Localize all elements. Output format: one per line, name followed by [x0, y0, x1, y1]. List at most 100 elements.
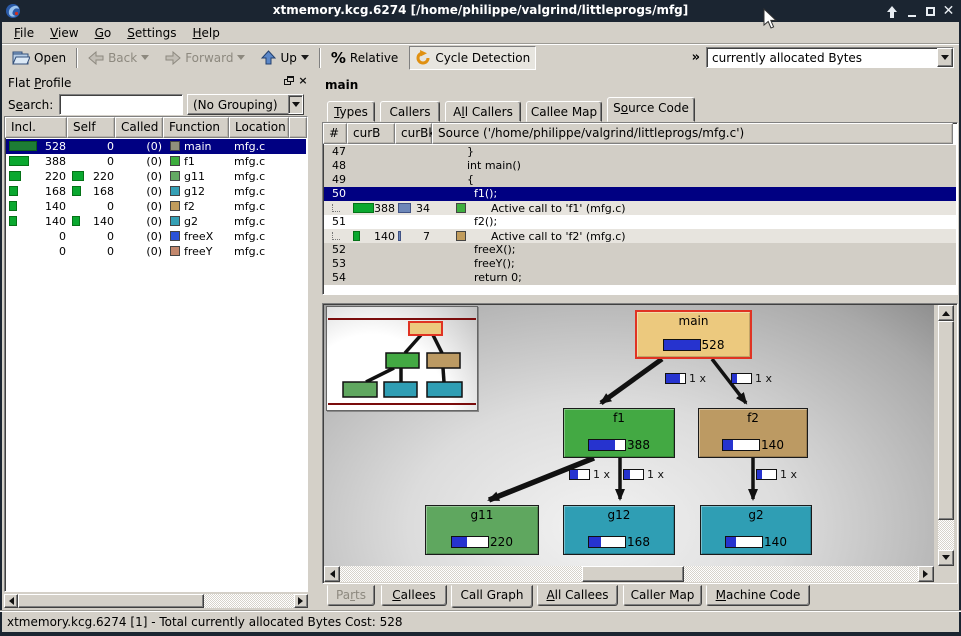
dock-close-icon[interactable]: × — [297, 76, 309, 87]
minimize-button[interactable] — [905, 4, 920, 19]
edge-label-main-f1[interactable]: 1 x — [665, 372, 706, 385]
edge-label-f1-g12[interactable]: 1 x — [623, 468, 664, 481]
function-name: g2 — [184, 215, 198, 228]
call-graph-viewport[interactable]: 1 x 1 x 1 x 1 x 1 x main528 f1388 f2140 g11220 g1… — [324, 305, 934, 566]
tab-call-graph[interactable]: Call Graph — [451, 585, 533, 608]
combo-arrow-button[interactable] — [288, 95, 303, 114]
column-header-source[interactable]: Source ('/home/philippe/valgrind/littlep… — [432, 123, 953, 144]
column-header-function[interactable]: Function — [163, 117, 229, 138]
back-button[interactable]: Back — [83, 46, 154, 70]
relative-toggle[interactable]: % Relative — [326, 46, 403, 70]
column-header-curb[interactable]: curB — [347, 123, 395, 144]
source-row-54[interactable]: 54 return 0; — [324, 271, 956, 285]
shade-button[interactable] — [884, 4, 899, 19]
tab-machine-code[interactable]: Machine Code — [706, 585, 810, 606]
edge-label-main-f2[interactable]: 1 x — [731, 372, 772, 385]
tab-types[interactable]: Types — [327, 101, 375, 122]
grouping-combobox[interactable]: (No Grouping) — [187, 94, 304, 115]
source-row-call[interactable]: 1407Active call to 'f2' (mfg.c) — [324, 229, 956, 243]
scroll-left-button[interactable] — [324, 566, 340, 582]
graph-hscrollbar[interactable] — [324, 566, 934, 582]
scrollbar-thumb[interactable] — [582, 566, 684, 582]
scroll-up-button[interactable] — [938, 305, 954, 321]
search-input[interactable] — [59, 94, 183, 115]
edge-label-f2-g2[interactable]: 1 x — [756, 468, 797, 481]
title-bar[interactable]: xtmemory.kcg.6274 [/home/philippe/valgri… — [0, 0, 961, 22]
scrollbar-track[interactable] — [340, 566, 582, 582]
flat-profile-row-g2[interactable]: 140140(0)g2mfg.c — [6, 214, 306, 229]
source-rows: 47}48int main()49{50 f1();38834Active ca… — [323, 145, 955, 293]
column-header-line[interactable]: # — [323, 123, 347, 144]
combo-arrow-button[interactable] — [937, 48, 953, 67]
source-row-call[interactable]: 38834Active call to 'f1' (mfg.c) — [324, 201, 956, 215]
cycle-detection-toggle[interactable]: Cycle Detection — [409, 46, 536, 70]
graph-node-main[interactable]: main528 — [635, 310, 752, 359]
source-row-51[interactable]: 51 f2(); — [324, 215, 956, 229]
maximize-button[interactable] — [923, 4, 938, 19]
menu-item-view[interactable]: View — [42, 24, 86, 42]
tab-callers[interactable]: Callers — [380, 101, 440, 122]
source-row-47[interactable]: 47} — [324, 145, 956, 159]
self-value: 0 — [84, 155, 114, 168]
event-type-combobox[interactable]: currently allocated Bytes — [706, 47, 954, 68]
column-header-location[interactable]: Location — [229, 117, 289, 138]
source-row-53[interactable]: 53 freeY(); — [324, 257, 956, 271]
column-header-filler — [289, 117, 307, 138]
up-button[interactable]: Up — [256, 46, 313, 70]
graph-node-g11[interactable]: g11220 — [425, 505, 539, 555]
graph-node-f1[interactable]: f1388 — [563, 408, 675, 458]
tab-all-callers[interactable]: All Callers — [445, 101, 521, 122]
flat-profile-row-f2[interactable]: 1400(0)f2mfg.c — [6, 199, 306, 214]
open-button[interactable]: Open — [7, 46, 71, 70]
graph-vscrollbar[interactable] — [938, 305, 954, 566]
location-value: mfg.c — [234, 245, 265, 258]
graph-node-f2[interactable]: f2140 — [698, 408, 808, 458]
scrollbar-track[interactable] — [938, 520, 954, 550]
column-header-incl[interactable]: Incl. — [5, 117, 67, 138]
column-header-curbk[interactable]: curBk — [395, 123, 432, 144]
dock-float-icon[interactable] — [283, 76, 295, 87]
flat-profile-hscrollbar[interactable] — [4, 594, 308, 608]
tab-all-callees[interactable]: All Callees — [537, 585, 618, 606]
flat-profile-row-freey[interactable]: 00(0)freeYmfg.c — [6, 244, 306, 259]
flat-profile-row-f1[interactable]: 3880(0)f1mfg.c — [6, 154, 306, 169]
flat-profile-row-g11[interactable]: 220220(0)g11mfg.c — [6, 169, 306, 184]
graph-node-g2[interactable]: g2140 — [700, 505, 812, 555]
scroll-right-button[interactable] — [294, 594, 308, 608]
forward-button[interactable]: Forward — [160, 46, 250, 70]
tab-callee-map[interactable]: Callee Map — [526, 101, 602, 122]
source-row-48[interactable]: 48int main() — [324, 159, 956, 173]
menu-item-file[interactable]: File — [6, 24, 42, 42]
menu-item-help[interactable]: Help — [184, 24, 227, 42]
tab-source-code[interactable]: Source Code — [607, 97, 695, 122]
scroll-right-button[interactable] — [918, 566, 934, 582]
function-color-swatch — [170, 231, 180, 241]
scroll-left-button[interactable] — [4, 594, 18, 608]
scrollbar-thumb[interactable] — [938, 321, 954, 520]
column-header-called[interactable]: Called — [115, 117, 163, 138]
edge-label-f1-g11[interactable]: 1 x — [569, 468, 610, 481]
tab-callees[interactable]: Callees — [381, 585, 447, 606]
column-header-self[interactable]: Self — [67, 117, 115, 138]
menu-item-go[interactable]: Go — [87, 24, 120, 42]
flat-profile-row-freex[interactable]: 00(0)freeXmfg.c — [6, 229, 306, 244]
flat-profile-row-g12[interactable]: 168168(0)g12mfg.c — [6, 184, 306, 199]
close-button[interactable]: ✕ — [941, 4, 956, 19]
tab-parts[interactable]: Parts — [327, 585, 375, 606]
graph-node-g12[interactable]: g12168 — [563, 505, 675, 555]
graph-overview-minimap[interactable] — [326, 306, 478, 411]
self-value: 0 — [84, 200, 114, 213]
scrollbar-track[interactable] — [204, 594, 294, 608]
menu-item-settings[interactable]: Settings — [119, 24, 184, 42]
source-row-52[interactable]: 52 freeX(); — [324, 243, 956, 257]
scrollbar-track[interactable] — [684, 566, 918, 582]
scroll-down-button[interactable] — [938, 550, 954, 566]
flat-profile-row-main[interactable]: 5280(0)mainmfg.c — [6, 139, 306, 154]
source-row-50[interactable]: 50 f1(); — [324, 187, 956, 201]
node-cost: 388 — [588, 438, 650, 452]
up-arrow-icon — [261, 50, 276, 65]
toolbar-overflow-chevron[interactable]: » — [692, 50, 700, 65]
tab-caller-map[interactable]: Caller Map — [623, 585, 702, 606]
scrollbar-thumb[interactable] — [18, 594, 204, 608]
source-row-49[interactable]: 49{ — [324, 173, 956, 187]
